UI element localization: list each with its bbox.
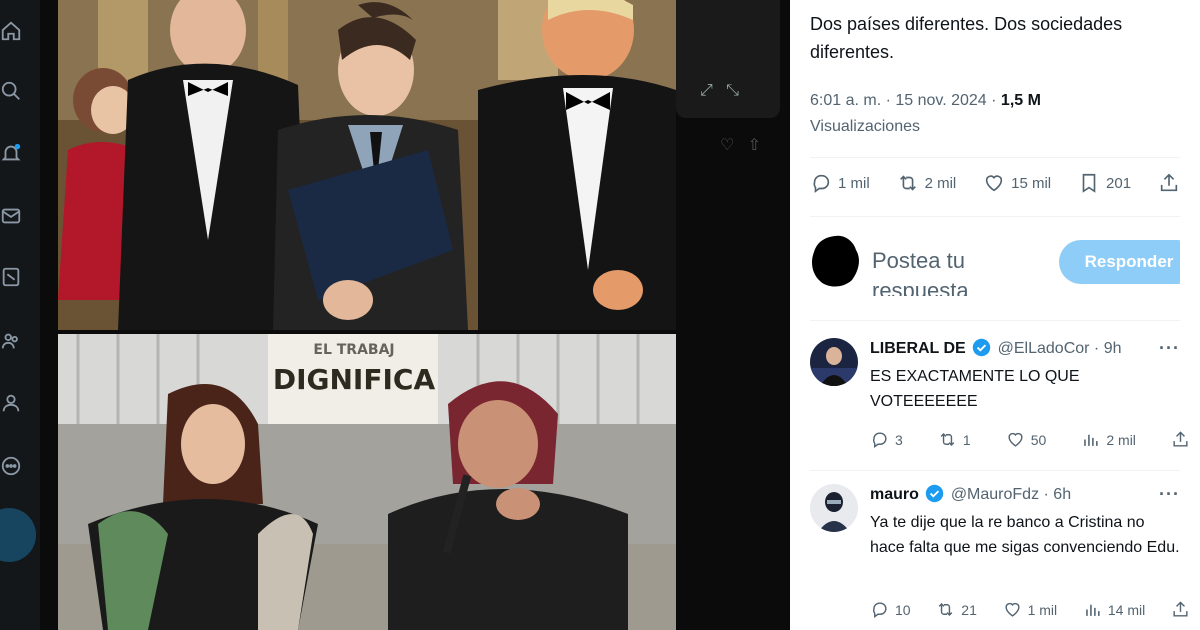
photo-top bbox=[58, 0, 676, 330]
repost-icon bbox=[938, 602, 953, 617]
reply-button[interactable]: 3 bbox=[870, 430, 903, 449]
tweet-text: Dos países diferentes. Dos sociedades di… bbox=[810, 14, 1123, 62]
search-icon[interactable] bbox=[0, 80, 22, 102]
tweet-time[interactable]: 6:01 a. m. · 15 nov. 2024 · bbox=[810, 92, 1001, 109]
like-icon bbox=[1005, 602, 1020, 617]
left-nav bbox=[0, 0, 40, 630]
reply-input[interactable]: Postea tu respuesta bbox=[872, 246, 1022, 296]
reply-submit-button[interactable]: Responder bbox=[1059, 240, 1180, 284]
messages-icon[interactable] bbox=[0, 205, 22, 227]
notifications-icon[interactable] bbox=[0, 142, 22, 164]
share-icon bbox=[1173, 601, 1188, 617]
reply-header: LIBERAL DE @ElLadoCor · 9h bbox=[870, 338, 1190, 360]
repost-button[interactable]: 1 bbox=[938, 430, 971, 449]
reply-text: Ya te dije que la re banco a Cristina no… bbox=[870, 514, 1180, 556]
share-button[interactable] bbox=[1171, 430, 1190, 449]
bookmark-stat[interactable]: 201 bbox=[1078, 172, 1131, 194]
reply-icon bbox=[873, 602, 887, 619]
reply-item[interactable]: mauro @MauroFdz · 6h ··· Ya te dije que … bbox=[810, 484, 1190, 630]
repost-button[interactable]: 21 bbox=[936, 600, 977, 619]
reply-stat[interactable]: 1 mil bbox=[810, 172, 870, 194]
like-button[interactable]: 1 mil bbox=[1003, 600, 1057, 619]
views-button[interactable]: 14 mil bbox=[1083, 600, 1145, 619]
views-count: 1,5 M bbox=[1000, 92, 1041, 109]
reply-actions: 10 21 1 mil 14 mil bbox=[870, 600, 1190, 619]
reply-text: ES EXACTAMENTE LO QUE VOTEEEEEEE bbox=[870, 368, 1080, 410]
more-icon[interactable] bbox=[0, 455, 22, 477]
views-icon bbox=[1086, 604, 1100, 616]
repost-icon bbox=[899, 175, 916, 191]
reply-button[interactable]: 10 bbox=[870, 600, 911, 619]
profile-icon[interactable] bbox=[0, 392, 22, 414]
like-stat[interactable]: 15 mil bbox=[983, 172, 1051, 194]
divider bbox=[810, 470, 1180, 471]
divider bbox=[810, 157, 1180, 158]
home-icon[interactable] bbox=[0, 20, 22, 42]
reply-actions: 3 1 50 2 mil bbox=[870, 430, 1190, 449]
tweet-stats: 1 mil 2 mil 15 mil 201 bbox=[810, 172, 1180, 194]
expand-icon[interactable]: ⤢ ⤡ bbox=[700, 82, 739, 100]
verified-icon bbox=[926, 484, 944, 503]
reply-time[interactable]: · 9h bbox=[1094, 340, 1122, 357]
share-icon bbox=[1173, 431, 1188, 447]
more-options-icon[interactable]: ··· bbox=[1159, 338, 1180, 359]
views-icon bbox=[1084, 434, 1098, 446]
more-options-icon[interactable]: ··· bbox=[1159, 484, 1180, 505]
reply-avatar[interactable] bbox=[810, 338, 858, 386]
reply-time[interactable]: · 6h bbox=[1044, 486, 1072, 503]
reply-icon bbox=[873, 432, 887, 449]
tweet-meta: 6:01 a. m. · 15 nov. 2024 · 1,5 M Visual… bbox=[810, 88, 1180, 140]
reply-icon bbox=[813, 174, 830, 193]
reply-author-handle[interactable]: @ElLadoCor bbox=[998, 340, 1090, 357]
share-button[interactable] bbox=[1158, 172, 1180, 194]
share-icon bbox=[1160, 173, 1178, 192]
reply-avatar[interactable] bbox=[810, 484, 858, 532]
post-button[interactable] bbox=[0, 508, 36, 562]
verified-icon bbox=[972, 338, 991, 357]
lists-icon[interactable] bbox=[0, 266, 22, 288]
communities-icon[interactable] bbox=[0, 330, 22, 352]
reply-author-name[interactable]: LIBERAL DE bbox=[870, 340, 966, 357]
views-label: Visualizaciones bbox=[810, 118, 920, 135]
repost-icon bbox=[940, 432, 955, 447]
like-icon bbox=[985, 175, 1003, 192]
divider bbox=[810, 320, 1180, 321]
divider bbox=[810, 216, 1180, 217]
views-button[interactable]: 2 mil bbox=[1081, 430, 1136, 449]
share-button[interactable] bbox=[1171, 600, 1190, 619]
user-avatar bbox=[812, 235, 859, 287]
media-actions: ♡ ⇧ bbox=[720, 137, 762, 154]
reply-composer: Postea tu respuesta Responder bbox=[810, 232, 1180, 296]
reply-author-name[interactable]: mauro bbox=[870, 486, 919, 503]
reply-item[interactable]: LIBERAL DE @ElLadoCor · 9h ··· ES EXACTA… bbox=[810, 338, 1190, 456]
like-button[interactable]: 50 bbox=[1006, 430, 1046, 449]
like-icon bbox=[1008, 432, 1023, 447]
repost-stat[interactable]: 2 mil bbox=[897, 172, 956, 194]
tweet-detail-panel: Dos países diferentes. Dos sociedades di… bbox=[790, 0, 1200, 630]
media-overlay bbox=[676, 0, 780, 118]
reply-header: mauro @MauroFdz · 6h bbox=[870, 484, 1190, 506]
sign-text: EL TRABAJ DIGNIFICA bbox=[272, 342, 436, 396]
bookmark-icon bbox=[1082, 173, 1096, 193]
reply-author-handle[interactable]: @MauroFdz bbox=[951, 486, 1039, 503]
